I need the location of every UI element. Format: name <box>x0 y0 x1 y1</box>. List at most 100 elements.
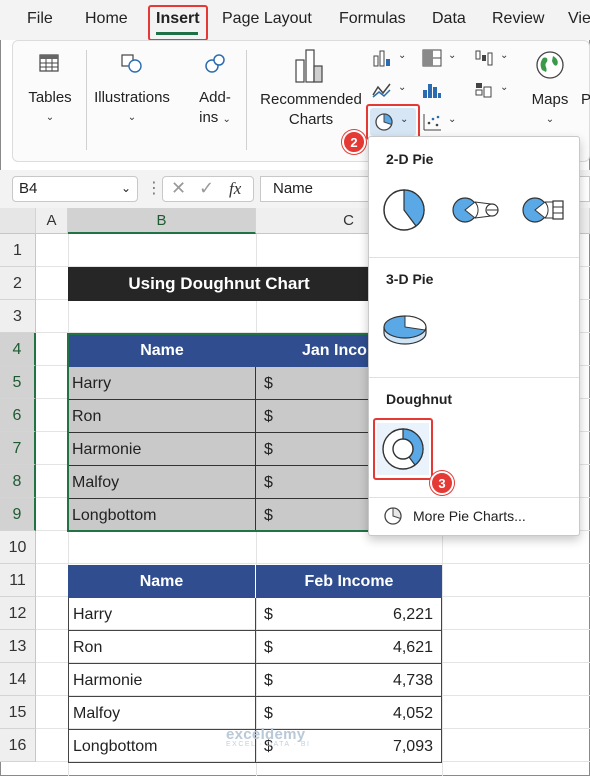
chevron-down-icon: ⌄ <box>45 112 55 123</box>
table-cell-currency[interactable]: $ <box>256 400 370 433</box>
table-cell-currency[interactable]: $ <box>256 466 370 499</box>
combo-chart-button[interactable]: ⌄ <box>472 78 516 102</box>
table-cell-currency[interactable]: $ <box>256 499 370 532</box>
combo-chart-icon <box>475 83 492 98</box>
row-header[interactable]: 8 <box>0 465 36 498</box>
row-header[interactable]: 7 <box>0 432 36 465</box>
table-cell-amount[interactable]: $6,221 <box>256 598 442 631</box>
table-cell-name[interactable]: Harmonie <box>68 433 256 466</box>
table-cell-currency[interactable]: $ <box>256 433 370 466</box>
table-cell-name[interactable]: Longbottom <box>68 499 256 532</box>
currency-symbol: $ <box>264 672 273 689</box>
tab-page-layout[interactable]: Page Layout <box>222 10 312 28</box>
table-cell-name[interactable]: Harry <box>68 598 256 631</box>
chevron-down-icon[interactable]: ⌄ <box>121 181 131 195</box>
recommended-charts-button[interactable]: Recommended Charts <box>258 48 364 132</box>
row-header[interactable]: 1 <box>0 234 36 267</box>
insert-function-icon[interactable]: fx <box>229 179 241 199</box>
column-chart-button[interactable]: ⌄ <box>370 46 414 70</box>
addins-button[interactable]: Add- ins ⌄ <box>190 52 240 128</box>
pivotchart-label-partial: P <box>580 91 590 108</box>
table-header-name[interactable]: Name <box>68 565 256 598</box>
tables-label: Tables <box>28 89 72 106</box>
pie-outline-icon <box>384 507 402 525</box>
row-header[interactable]: 14 <box>0 663 36 696</box>
tab-data[interactable]: Data <box>432 10 466 28</box>
row-header[interactable]: 10 <box>0 531 36 564</box>
tables-button[interactable]: Tables ⌄ <box>24 52 76 128</box>
pie-of-pie-icon[interactable] <box>451 195 501 225</box>
cancel-icon[interactable]: ✕ <box>171 178 186 199</box>
select-all-corner[interactable] <box>0 208 36 234</box>
chevron-down-icon: ⌄ <box>500 82 509 93</box>
amount-value: 4,052 <box>392 705 433 722</box>
line-chart-button[interactable]: ⌄ <box>370 78 414 102</box>
maps-button[interactable]: Maps ⌄ <box>524 48 576 132</box>
row-header[interactable]: 12 <box>0 597 36 630</box>
watermark-tagline: EXCEL · DATA · BI <box>226 741 311 748</box>
amount-value: 4,738 <box>392 672 433 689</box>
hierarchy-chart-button[interactable]: ⌄ <box>420 46 464 70</box>
column-header-b[interactable]: B <box>68 208 256 234</box>
sheet-title-cell[interactable]: Using Doughnut Chart <box>68 267 370 301</box>
chevron-down-icon: ⌄ <box>127 112 137 123</box>
waterfall-chart-icon <box>475 50 493 66</box>
tab-file[interactable]: File <box>27 10 53 28</box>
row-header[interactable]: 13 <box>0 630 36 663</box>
menu-divider <box>369 377 579 378</box>
recommended-charts-label-line2: Charts <box>288 111 334 128</box>
more-pie-charts-label: More Pie Charts... <box>413 508 526 524</box>
doughnut-highlight <box>373 418 433 480</box>
menu-bar: File Home Insert Page Layout Formulas Da… <box>0 0 590 40</box>
row-header[interactable]: 5 <box>0 366 36 399</box>
row-header[interactable]: 11 <box>0 564 36 597</box>
pie-3d-icon[interactable] <box>381 309 429 349</box>
table-cell-amount[interactable]: $4,738 <box>256 664 442 697</box>
column-chart-icon <box>373 50 390 67</box>
menu-divider <box>369 257 579 258</box>
amount-value: 7,093 <box>392 738 433 755</box>
shapes-icon <box>121 54 142 73</box>
step-badge-2: 2 <box>342 130 366 154</box>
illustrations-button[interactable]: Illustrations ⌄ <box>92 52 172 128</box>
table-header-name[interactable]: Name <box>68 334 256 367</box>
tab-review[interactable]: Review <box>492 10 544 28</box>
more-pie-charts-item[interactable]: More Pie Charts... <box>369 499 579 533</box>
tab-home[interactable]: Home <box>85 10 128 28</box>
table-cell-name[interactable]: Ron <box>68 631 256 664</box>
bar-of-pie-icon[interactable] <box>521 195 567 225</box>
table-cell-amount[interactable]: $4,621 <box>256 631 442 664</box>
table-cell-name[interactable]: Ron <box>68 400 256 433</box>
row-header[interactable]: 3 <box>0 300 36 333</box>
row-header[interactable]: 6 <box>0 399 36 432</box>
addins-icon <box>205 54 225 73</box>
ribbon-separator <box>246 50 247 150</box>
pie-2d-icon[interactable] <box>381 187 427 233</box>
chevron-down-icon: ⌄ <box>448 50 457 61</box>
table-cell-name[interactable]: Malfoy <box>68 466 256 499</box>
enter-check-icon[interactable]: ✓ <box>199 178 214 199</box>
recommended-charts-label-line1: Recommended <box>260 91 362 108</box>
name-box[interactable]: B4 ⌄ <box>12 176 138 202</box>
row-header[interactable]: 9 <box>0 498 36 531</box>
section-2d-pie: 2-D Pie <box>386 151 434 167</box>
column-header-a[interactable]: A <box>36 208 68 234</box>
tab-view[interactable]: Vie <box>568 10 590 28</box>
table-header-feb-income[interactable]: Feb Income <box>256 565 442 598</box>
tab-formulas[interactable]: Formulas <box>339 10 406 28</box>
row-header[interactable]: 16 <box>0 729 36 762</box>
scatter-chart-button[interactable]: ⌄ <box>420 110 464 134</box>
table-cell-currency[interactable]: $ <box>256 367 370 400</box>
table-cell-name[interactable]: Harry <box>68 367 256 400</box>
waterfall-chart-button[interactable]: ⌄ <box>472 46 516 70</box>
row-header[interactable]: 15 <box>0 696 36 729</box>
pie-button-highlight <box>366 104 420 140</box>
table-cell-name[interactable]: Harmonie <box>68 664 256 697</box>
name-box-value: B4 <box>19 180 38 197</box>
chevron-down-icon: ⌄ <box>448 114 457 125</box>
statistic-chart-button[interactable] <box>420 78 464 102</box>
table-header-jan-income[interactable]: Jan Inco <box>256 334 370 367</box>
row-header[interactable]: 2 <box>0 267 36 300</box>
drag-handle-icon[interactable]: ⋮ <box>146 178 162 198</box>
row-header[interactable]: 4 <box>0 333 36 366</box>
